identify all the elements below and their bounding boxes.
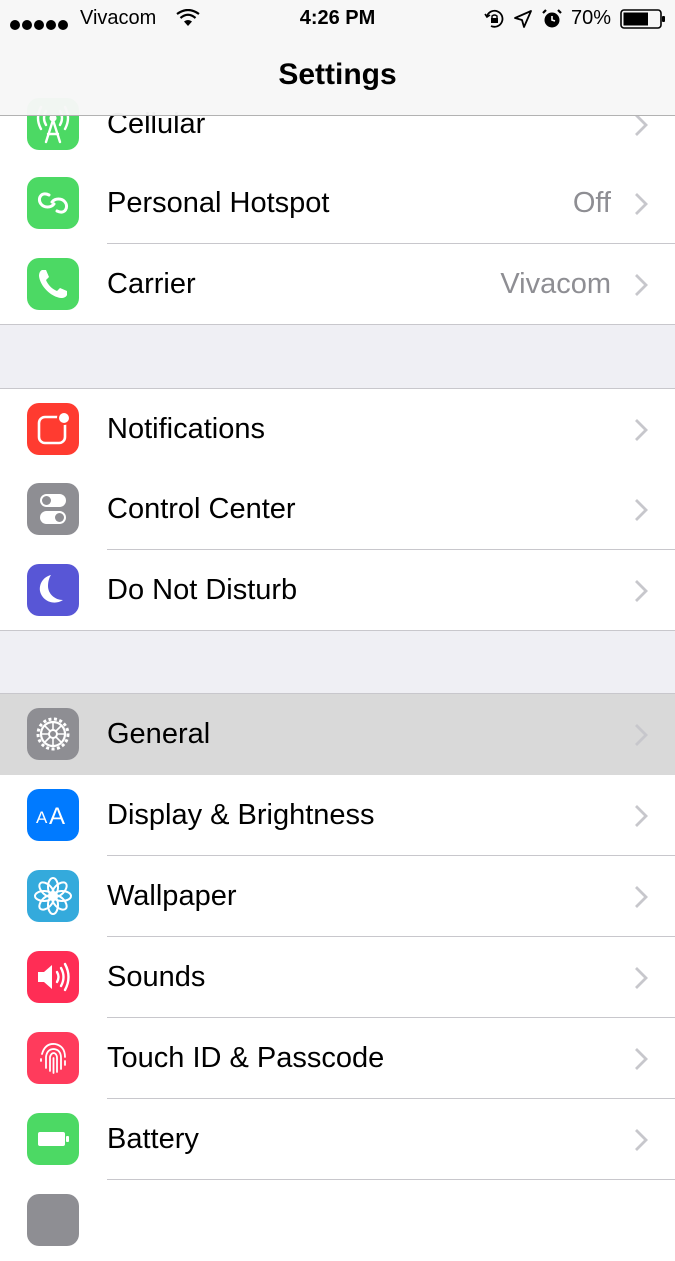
settings-row-label: Control Center [107,493,296,525]
chevron-right-icon [635,193,648,215]
settings-row-touch-id-passcode[interactable]: Touch ID & Passcode [0,1018,675,1099]
settings-row-label: Touch ID & Passcode [107,1042,385,1074]
gear-icon [27,708,79,760]
chevron-right-icon [635,967,648,989]
alarm-clock-icon [542,9,562,28]
settings-row-label: Sounds [107,961,206,993]
settings-row-control-center[interactable]: Control Center [0,469,675,550]
control-center-icon [27,483,79,535]
svg-text:A: A [36,808,48,827]
settings-row-wallpaper[interactable]: Wallpaper [0,856,675,937]
row-separator [0,324,675,325]
settings-row-sounds[interactable]: Sounds [0,937,675,1018]
settings-row-label: Personal Hotspot [107,187,330,219]
settings-row-label: Carrier [107,268,196,300]
settings-row-label: Battery [107,1123,199,1155]
chevron-right-icon [635,274,648,296]
notifications-icon [27,403,79,455]
moon-icon [27,564,79,616]
chevron-right-icon [635,724,648,746]
settings-row-do-not-disturb[interactable]: Do Not Disturb [0,550,675,631]
settings-row-battery[interactable]: Battery [0,1099,675,1180]
battery-percentage: 70% [571,7,612,29]
chevron-right-icon [635,805,648,827]
chevron-right-icon [635,1048,648,1070]
settings-row-carrier[interactable]: Carrier Vivacom [0,244,675,325]
settings-row-label: Notifications [107,413,265,445]
settings-row-label: Wallpaper [107,880,237,912]
display-brightness-icon: A A [27,789,79,841]
fingerprint-icon [27,1032,79,1084]
row-separator [0,630,675,631]
chevron-right-icon [635,499,648,521]
settings-row-value: Vivacom [500,268,611,300]
chevron-right-icon [635,419,648,441]
settings-row-partial[interactable] [0,1180,675,1261]
chevron-right-icon [635,580,648,602]
chevron-right-icon [635,1129,648,1151]
personal-hotspot-icon [27,177,79,229]
phone-icon [27,258,79,310]
chevron-right-icon [635,886,648,908]
battery-icon [27,1113,79,1165]
settings-row-personal-hotspot[interactable]: Personal Hotspot Off [0,163,675,244]
battery-status-icon [620,9,665,29]
settings-row-label: General [107,718,211,750]
navigation-bar: Vivacom 4:26 PM 70% Settings [0,0,675,116]
settings-row-label: Do Not Disturb [107,574,298,606]
settings-row-display-brightness[interactable]: A A Display & Brightness [0,775,675,856]
privacy-icon [27,1194,79,1246]
settings-row-general[interactable]: General [0,694,675,775]
location-arrow-icon [514,10,532,28]
speaker-icon [27,951,79,1003]
page-title: Settings [278,58,397,91]
settings-row-value: Off [572,187,611,219]
settings-row-label: Display & Brightness [107,799,375,831]
settings-row-notifications[interactable]: Notifications [0,389,675,470]
orientation-lock-icon [484,9,504,28]
svg-text:A: A [49,803,65,830]
wallpaper-flower-icon [27,870,79,922]
status-bar: Vivacom 4:26 PM 70% [0,0,675,38]
